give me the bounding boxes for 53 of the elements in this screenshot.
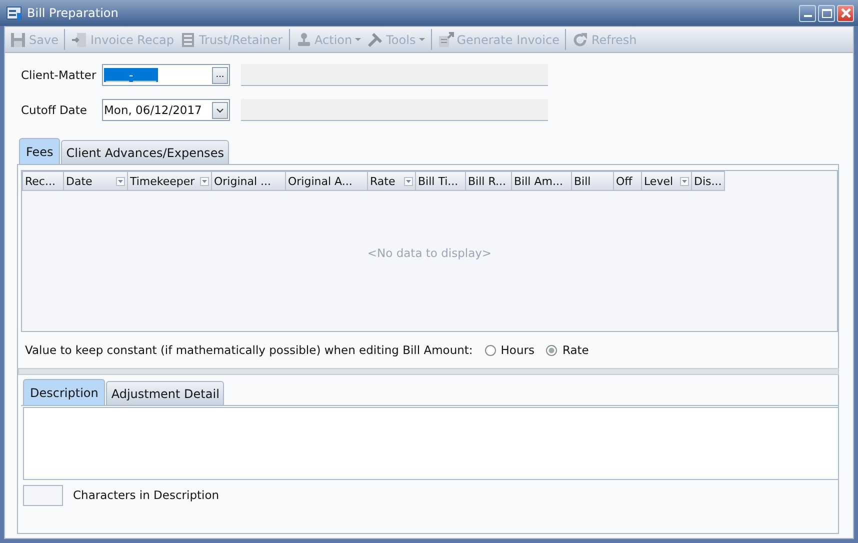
column-header[interactable]: Original ... xyxy=(212,171,286,191)
column-header[interactable]: Off xyxy=(614,171,642,191)
refresh-icon xyxy=(572,32,588,48)
filter-icon[interactable] xyxy=(200,176,209,186)
column-header[interactable]: Bill xyxy=(572,171,614,191)
maximize-button[interactable] xyxy=(818,4,835,22)
maximize-icon xyxy=(822,8,832,18)
radio-button[interactable] xyxy=(546,344,558,356)
filter-icon[interactable] xyxy=(680,176,689,186)
radio-group-label: Value to keep constant (if mathematically possible) when editing Bill Amount: xyxy=(25,343,473,357)
filter-icon[interactable] xyxy=(404,176,413,186)
browse-button[interactable]: ... xyxy=(212,66,228,84)
ledger-icon xyxy=(180,32,196,48)
document-icon xyxy=(71,32,88,48)
stamp-icon xyxy=(296,32,312,48)
document-icon xyxy=(438,32,454,48)
column-header[interactable]: Timekeeper xyxy=(128,171,212,191)
tab[interactable]: Description xyxy=(23,379,106,405)
close-icon xyxy=(840,8,850,18)
column-header[interactable]: Bill R... xyxy=(466,171,512,191)
column-header[interactable]: Rate xyxy=(368,171,416,191)
app-icon xyxy=(6,5,22,21)
character-count-field xyxy=(23,484,63,506)
cutoff-date-field[interactable]: Mon, 06/12/2017 xyxy=(102,99,230,121)
character-count-label: Characters in Description xyxy=(73,488,220,502)
dropdown-button[interactable] xyxy=(212,102,228,118)
column-header[interactable]: Original A... xyxy=(286,171,368,191)
minimize-button[interactable] xyxy=(799,4,816,22)
tab[interactable]: Fees xyxy=(19,138,60,164)
radio-option[interactable]: Rate xyxy=(546,343,589,357)
tab[interactable]: Adjustment Detail xyxy=(106,381,224,405)
chevron-down-icon xyxy=(216,108,224,112)
column-header[interactable]: Bill Ti... xyxy=(416,171,466,191)
radio-button[interactable] xyxy=(484,344,496,356)
dropdown-arrow-icon xyxy=(355,38,362,42)
window-title: Bill Preparation xyxy=(27,6,120,20)
column-header[interactable]: Dis... xyxy=(692,171,725,191)
description-field[interactable] xyxy=(23,407,839,480)
column-header[interactable]: Rec... xyxy=(22,171,64,191)
field-label: Client-Matter xyxy=(20,68,98,82)
column-header[interactable]: Bill Am... xyxy=(512,171,572,191)
client-matter-field[interactable]: ____-____ ... xyxy=(102,64,230,86)
dropdown-arrow-icon xyxy=(418,38,425,42)
save-icon xyxy=(10,32,26,48)
close-button[interactable] xyxy=(837,4,854,22)
filter-icon[interactable] xyxy=(116,176,125,186)
radio-option[interactable]: Hours xyxy=(484,343,534,357)
tab[interactable]: Client Advances/Expenses xyxy=(61,140,229,164)
tools-icon xyxy=(367,32,384,48)
column-header[interactable]: Date xyxy=(64,171,128,191)
column-header[interactable]: Level xyxy=(642,171,692,191)
field-label: Cutoff Date xyxy=(20,103,88,117)
empty-message: <No data to display> xyxy=(367,246,492,260)
